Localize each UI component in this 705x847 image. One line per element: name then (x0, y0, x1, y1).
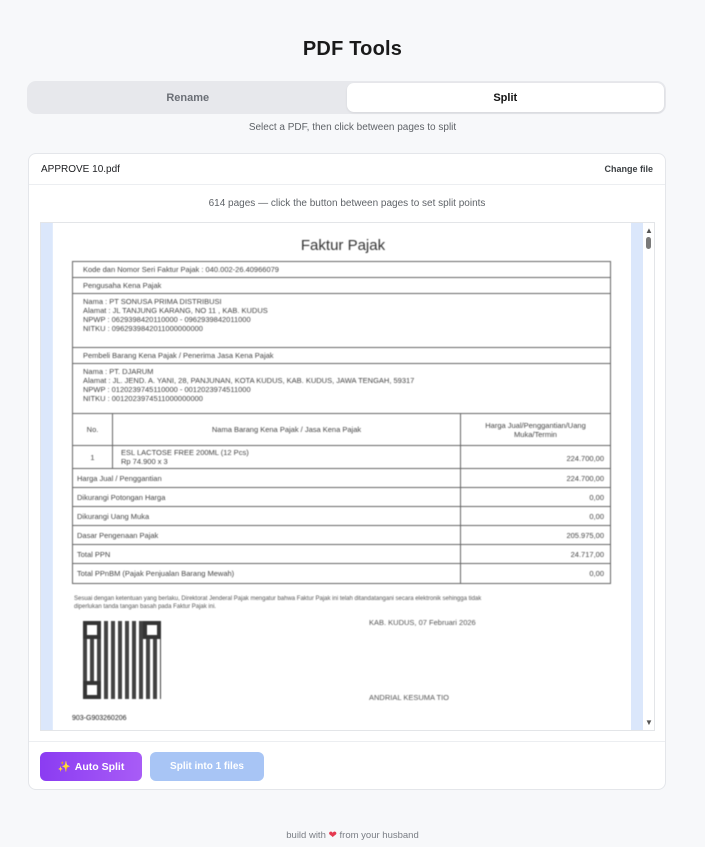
reference-code: 903-G903260206 (72, 715, 127, 722)
seller-line: Nama : PT SONUSA PRIMA DISTRIBUSI (83, 297, 222, 306)
page-edge-left (41, 223, 53, 730)
buyer-line: NPWP : 0120239745110000 - 00120239745110… (83, 385, 251, 394)
auto-split-label: Auto Split (74, 760, 125, 773)
instruction-hint: Select a PDF, then click between pages t… (248, 122, 457, 133)
pdf-page-viewer[interactable]: Faktur Pajak Kode dan Nomor Seri Faktur … (40, 222, 655, 731)
seller-line: NPWP : 0629398420110000 - 09629398420110… (83, 315, 251, 324)
invoice-table: Kode dan Nomor Seri Faktur Pajak : 040.0… (72, 261, 611, 584)
buyer-line: Alamat : JL. JEND. A. YANI, 28, PANJUNAN… (83, 376, 415, 385)
col-no: No. (73, 414, 113, 445)
seller-line: NITKU : 0962939842011000000000 (83, 324, 203, 333)
buyer-line: Nama : PT. DJARUM (83, 367, 154, 376)
heart-icon: ❤ (328, 830, 337, 841)
summary-row: Dikurangi Potongan Harga 0,00 (73, 488, 610, 507)
page-footer: build with ❤ from your husband (0, 830, 705, 841)
tab-rename[interactable]: Rename (29, 83, 347, 112)
summary-label: Harga Jual / Penggantian (73, 469, 461, 487)
buyer-section-label: Pembeli Barang Kena Pajak / Penerima Jas… (73, 348, 610, 364)
sparkles-icon: ✨ (57, 761, 71, 773)
card-header: APPROVE 10.pdf Change file (29, 154, 665, 185)
summary-row: Dikurangi Uang Muka 0,00 (73, 507, 610, 526)
summary-value: 224.700,00 (566, 474, 604, 483)
seller-section-label: Pengusaha Kena Pajak (73, 278, 610, 294)
card-actions: ✨ Auto Split Split into 1 files (29, 741, 665, 789)
summary-label: Total PPnBM (Pajak Penjualan Barang Mewa… (73, 564, 461, 583)
serial-row: Kode dan Nomor Seri Faktur Pajak : 040.0… (73, 262, 610, 278)
seller-line: Alamat : JL TANJUNG KARANG, NO 11 , KAB.… (83, 306, 268, 315)
qr-code (83, 621, 161, 699)
summary-label: Dasar Pengenaan Pajak (73, 526, 461, 544)
qr-finder (83, 681, 101, 699)
item-name-cell: ESL LACTOSE FREE 200ML (12 Pcs) Rp 74.90… (113, 446, 461, 468)
legal-note: Sesuai dengan ketentuan yang berlaku, Di… (74, 596, 482, 610)
item-no: 1 (73, 446, 113, 468)
summary-value: 0,00 (589, 569, 604, 578)
summary-value: 24.717,00 (570, 550, 604, 559)
summary-row: Total PPN 24.717,00 (73, 545, 610, 564)
item-detail: Rp 74.900 x 3 (121, 457, 168, 466)
scroll-up-icon[interactable]: ▲ (645, 226, 653, 235)
col-name: Nama Barang Kena Pajak / Jasa Kena Pajak (113, 414, 461, 445)
mode-tabs: Rename Split (27, 81, 666, 114)
seller-details: Nama : PT SONUSA PRIMA DISTRIBUSI Alamat… (73, 294, 610, 348)
summary-label: Total PPN (73, 545, 461, 563)
summary-row: Harga Jual / Penggantian 224.700,00 (73, 469, 610, 488)
summary-value: 205.975,00 (566, 531, 604, 540)
buyer-details: Nama : PT. DJARUM Alamat : JL. JEND. A. … (73, 364, 610, 414)
viewer-scrollbar[interactable]: ▲ ▼ (643, 223, 654, 730)
summary-value: 0,00 (589, 512, 604, 521)
item-name: ESL LACTOSE FREE 200ML (12 Pcs) (121, 448, 249, 457)
auto-split-button[interactable]: ✨ Auto Split (40, 752, 142, 781)
items-header: No. Nama Barang Kena Pajak / Jasa Kena P… (73, 414, 610, 446)
summary-value: 0,00 (589, 493, 604, 502)
summary-row: Total PPnBM (Pajak Penjualan Barang Mewa… (73, 564, 610, 583)
summary-label: Dikurangi Uang Muka (73, 507, 461, 525)
scroll-down-icon[interactable]: ▼ (645, 718, 653, 727)
item-price: 224.700,00 (566, 454, 604, 463)
scroll-thumb[interactable] (646, 237, 651, 249)
item-row: 1 ESL LACTOSE FREE 200ML (12 Pcs) Rp 74.… (73, 446, 610, 469)
summary-row: Dasar Pengenaan Pajak 205.975,00 (73, 526, 610, 545)
file-name: APPROVE 10.pdf (41, 163, 120, 175)
pdf-page-preview: Faktur Pajak Kode dan Nomor Seri Faktur … (53, 223, 633, 730)
place-date: KAB. KUDUS, 07 Februari 2026 (369, 618, 476, 627)
page-edge-right (631, 223, 643, 730)
footer-prefix: build with (286, 830, 326, 841)
split-card: APPROVE 10.pdf Change file 614 pages — c… (28, 153, 666, 790)
qr-finder (143, 621, 161, 639)
tab-split[interactable]: Split (346, 83, 664, 112)
pages-info: 614 pages — click the button between pag… (208, 198, 486, 209)
document-title: Faktur Pajak (300, 237, 386, 254)
split-files-button[interactable]: Split into 1 files (150, 752, 264, 781)
change-file-button[interactable]: Change file (604, 164, 653, 174)
signer-name: ANDRIAL KESUMA TIO (369, 693, 450, 702)
footer-suffix: from your husband (339, 830, 419, 841)
buyer-line: NITKU : 0012023974511000000000 (83, 394, 203, 403)
app-title: PDF Tools (302, 38, 403, 60)
summary-label: Dikurangi Potongan Harga (73, 488, 461, 506)
col-price: Harga Jual/Penggantian/Uang Muka/Termin (485, 420, 586, 439)
qr-finder (83, 621, 101, 639)
